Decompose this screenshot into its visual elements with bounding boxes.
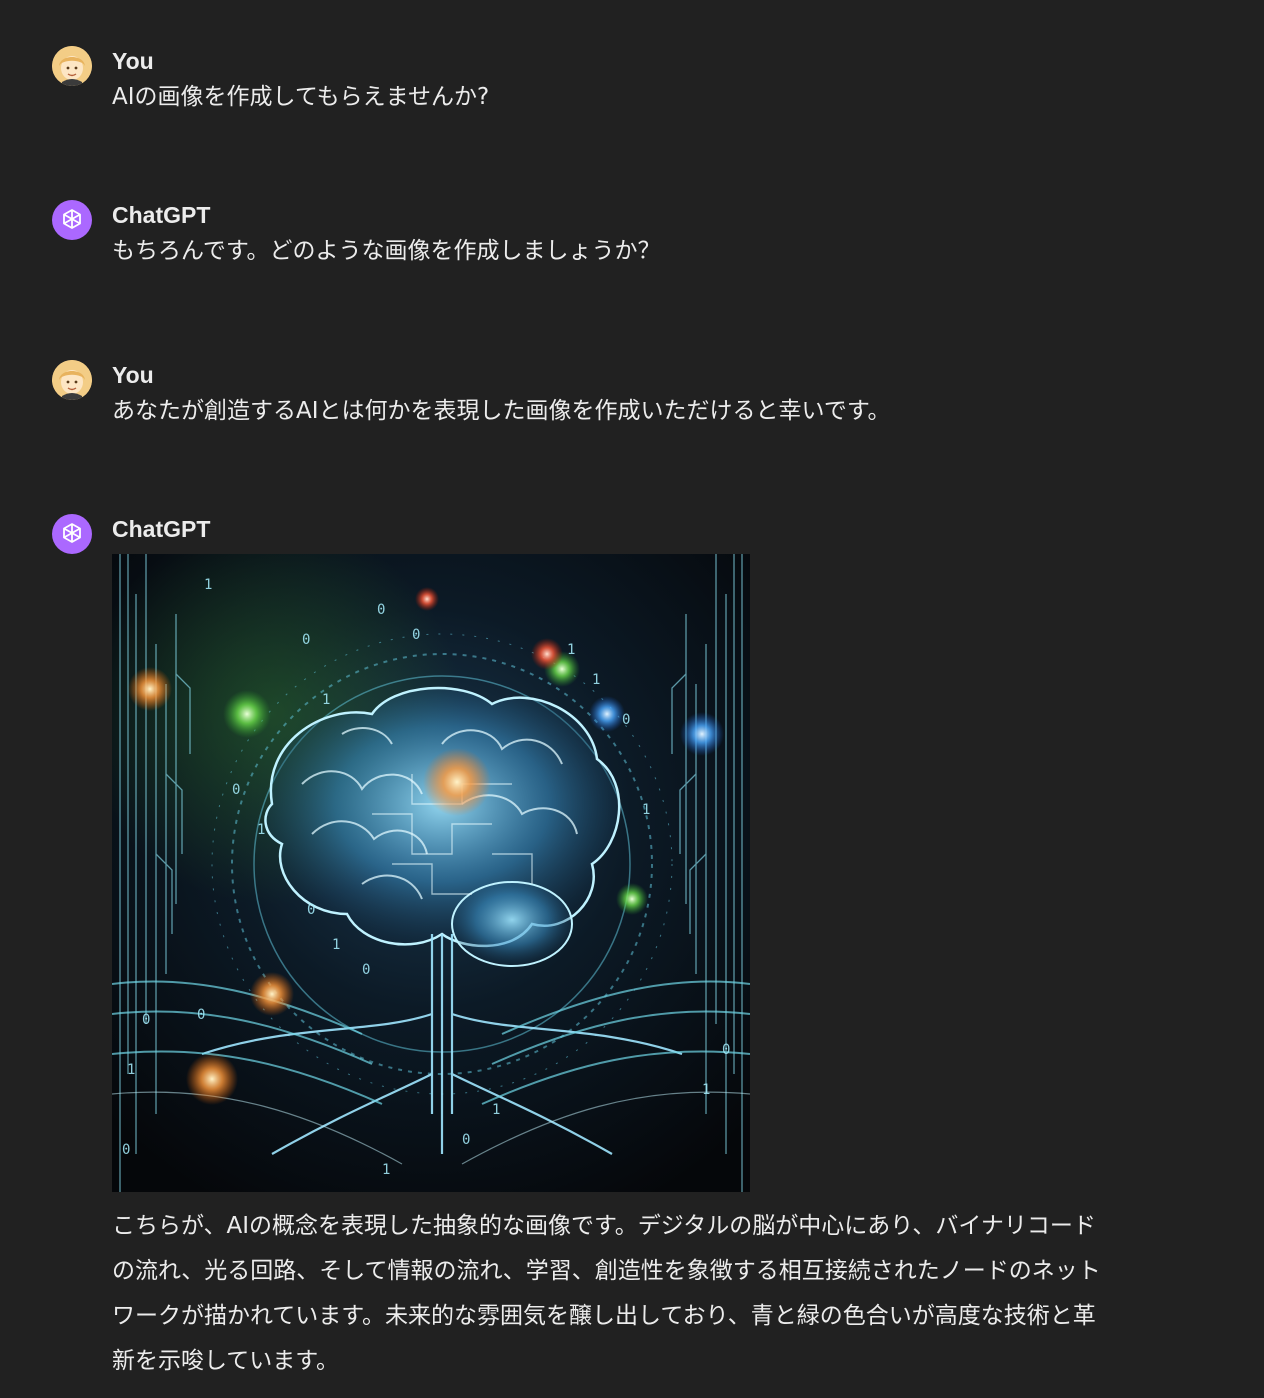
svg-text:1: 1: [204, 577, 212, 593]
message-text: あなたが創造するAIとは何かを表現した画像を作成いただけると幸いです。: [112, 398, 891, 424]
openai-logo-icon: [52, 514, 92, 554]
user-avatar-icon: [52, 46, 92, 86]
message-author: ChatGPT: [112, 516, 211, 542]
generated-ai-brain-image[interactable]: 1 0 1 0 0 1 1 0 1 0 1 0 1 0 0 1 0 0 1 0: [112, 554, 750, 1192]
message-author: ChatGPT: [112, 202, 211, 228]
svg-text:0: 0: [412, 627, 420, 643]
svg-text:0: 0: [377, 602, 385, 618]
svg-text:0: 0: [302, 632, 310, 648]
svg-text:0: 0: [142, 1012, 150, 1028]
message-text: もちろんです。どのような画像を作成しましょうか？: [112, 238, 661, 264]
svg-text:0: 0: [232, 782, 240, 798]
svg-text:0: 0: [197, 1007, 205, 1023]
svg-text:1: 1: [567, 642, 575, 658]
message-author: You: [112, 48, 154, 74]
svg-text:1: 1: [702, 1082, 710, 1098]
svg-text:1: 1: [382, 1162, 390, 1178]
message-user-2: You あなたが創造するAIとは何かを表現した画像を作成いただけると幸いです。: [52, 360, 1212, 440]
message-text-line: こちらが、AIの概念を表現した抽象的な画像です。デジタルの脳が中心にあり、バイナ…: [112, 1213, 1096, 1239]
svg-text:0: 0: [122, 1142, 130, 1158]
message-text-line: の流れ、光る回路、そして情報の流れ、学習、創造性を象徴する相互接続されたノードの…: [112, 1258, 1101, 1284]
svg-text:1: 1: [332, 937, 340, 953]
openai-logo-icon: [52, 200, 92, 240]
message-text: こちらが、AIの概念を表現した抽象的な画像です。デジタルの脳が中心にあり、バイナ…: [112, 1204, 1212, 1384]
svg-text:0: 0: [722, 1042, 730, 1058]
svg-text:1: 1: [642, 802, 650, 818]
message-author: You: [112, 362, 154, 388]
message-assistant-2: ChatGPT 1 0 1 0 0 1 1 0 1 0 1 0 1 0 0 1 …: [52, 514, 1212, 1384]
message-user-1: You AIの画像を作成してもらえませんか?: [52, 46, 1212, 126]
svg-text:0: 0: [462, 1132, 470, 1148]
svg-text:1: 1: [322, 692, 330, 708]
svg-text:1: 1: [492, 1102, 500, 1118]
svg-text:1: 1: [257, 822, 265, 838]
message-text-line: ワークが描かれています。未来的な雰囲気を醸し出しており、青と緑の色合いが高度な技…: [112, 1303, 1096, 1329]
svg-text:1: 1: [127, 1062, 135, 1078]
svg-text:1: 1: [592, 672, 600, 688]
svg-text:0: 0: [307, 902, 315, 918]
message-text-line: 新を示唆しています。: [112, 1348, 340, 1374]
message-assistant-1: ChatGPT もちろんです。どのような画像を作成しましょうか？: [52, 200, 1212, 280]
svg-text:0: 0: [622, 712, 630, 728]
svg-text:0: 0: [362, 962, 370, 978]
user-avatar-icon: [52, 360, 92, 400]
message-text: AIの画像を作成してもらえませんか?: [112, 84, 490, 110]
